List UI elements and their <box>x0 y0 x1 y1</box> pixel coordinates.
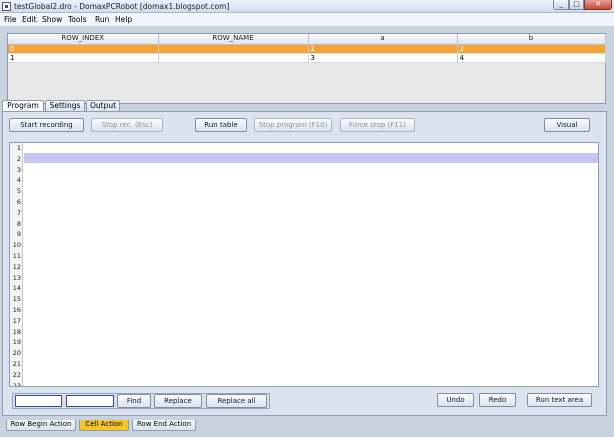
data-table: ROW_INDEX ROW_NAME a b 0 1 2 1 3 4 <box>8 34 606 63</box>
line-number: 11 <box>12 252 21 260</box>
line-number: 3 <box>16 165 21 174</box>
line-number: 23 <box>12 381 21 387</box>
replace-input[interactable] <box>66 395 114 407</box>
tab-cell-action[interactable]: Cell Action <box>79 420 129 431</box>
table-row[interactable]: 1 3 4 <box>8 53 606 63</box>
stop-rec-button[interactable]: Stop rec. (Esc) <box>91 118 163 132</box>
table-cell[interactable]: 2 <box>457 44 606 54</box>
close-button[interactable]: ✕ <box>584 0 612 10</box>
line-number: 2 <box>16 154 21 163</box>
visual-button[interactable]: Visual <box>544 118 590 132</box>
redo-button[interactable]: Redo <box>479 393 516 407</box>
menu-bar: File Edit Show Tools Run Help <box>0 13 614 27</box>
table-cell[interactable]: 4 <box>457 53 606 63</box>
line-number: 16 <box>12 306 21 314</box>
highlighted-line <box>24 153 598 163</box>
replace-all-button[interactable]: Replace all <box>206 394 267 408</box>
line-number: 13 <box>12 273 21 282</box>
line-number-gutter: 1 2 3 4 5 6 7 8 9 10 11 12 13 14 15 16 1… <box>10 143 23 386</box>
line-number: 12 <box>12 262 21 271</box>
line-number: 20 <box>12 349 21 358</box>
tab-row-begin-action[interactable]: Row Begin Action <box>6 420 76 431</box>
window-title: testGlobal2.dro - DomaxPCRobot [domax1.b… <box>14 2 230 11</box>
line-number: 8 <box>16 219 21 228</box>
menu-tools[interactable]: Tools <box>68 15 86 25</box>
line-number: 9 <box>16 230 21 239</box>
find-button[interactable]: Find <box>117 394 151 408</box>
force-stop-button[interactable]: Force stop (F11) <box>340 118 415 132</box>
maximize-button[interactable]: □ <box>569 0 584 10</box>
column-header-row-index[interactable]: ROW_INDEX <box>8 34 159 45</box>
data-grid[interactable]: ROW_INDEX ROW_NAME a b 0 1 2 1 3 4 <box>7 33 606 104</box>
menu-help[interactable]: Help <box>115 15 132 25</box>
code-editor[interactable]: 1 2 3 4 5 6 7 8 9 10 11 12 13 14 15 16 1… <box>9 142 599 387</box>
menu-show[interactable]: Show <box>42 15 62 25</box>
line-number: 5 <box>16 187 21 196</box>
table-cell[interactable]: 1 <box>8 53 159 63</box>
line-number: 17 <box>12 316 21 325</box>
find-input[interactable] <box>15 395 62 407</box>
replace-button[interactable]: Replace <box>154 394 202 408</box>
table-cell[interactable]: 1 <box>308 44 458 54</box>
line-number: 22 <box>12 370 21 379</box>
minimize-button[interactable]: _ <box>553 0 569 10</box>
menu-run[interactable]: Run <box>95 15 109 25</box>
line-number: 10 <box>12 241 21 250</box>
table-cell[interactable]: 0 <box>8 44 159 54</box>
stop-program-button[interactable]: Stop program (F10) <box>254 118 332 132</box>
app-icon <box>2 2 11 11</box>
table-cell[interactable] <box>158 44 309 54</box>
column-header-a[interactable]: a <box>308 34 458 45</box>
undo-button[interactable]: Undo <box>437 393 474 407</box>
table-row[interactable]: 0 1 2 <box>8 44 606 54</box>
start-recording-button[interactable]: Start recording <box>9 118 84 132</box>
line-number: 21 <box>12 360 21 368</box>
line-number: 18 <box>12 327 21 336</box>
line-number: 7 <box>16 208 21 217</box>
menu-file[interactable]: File <box>4 15 17 25</box>
line-number: 19 <box>12 338 21 347</box>
title-bar: testGlobal2.dro - DomaxPCRobot [domax1.b… <box>0 0 614 13</box>
tab-settings[interactable]: Settings <box>45 100 85 111</box>
line-number: 4 <box>16 176 21 185</box>
run-text-area-button[interactable]: Run text area <box>527 393 592 407</box>
line-number: 15 <box>12 295 21 304</box>
tab-output[interactable]: Output <box>86 100 120 111</box>
menu-edit[interactable]: Edit <box>22 15 37 25</box>
line-number: 1 <box>16 144 21 152</box>
table-cell[interactable]: 3 <box>308 53 458 63</box>
line-number: 14 <box>12 284 21 293</box>
run-table-button[interactable]: Run table <box>195 118 247 132</box>
tab-row-end-action[interactable]: Row End Action <box>132 420 196 431</box>
line-number: 6 <box>16 198 21 206</box>
table-cell[interactable] <box>158 53 309 63</box>
column-header-row-name[interactable]: ROW_NAME <box>158 34 309 45</box>
column-header-b[interactable]: b <box>457 34 606 45</box>
